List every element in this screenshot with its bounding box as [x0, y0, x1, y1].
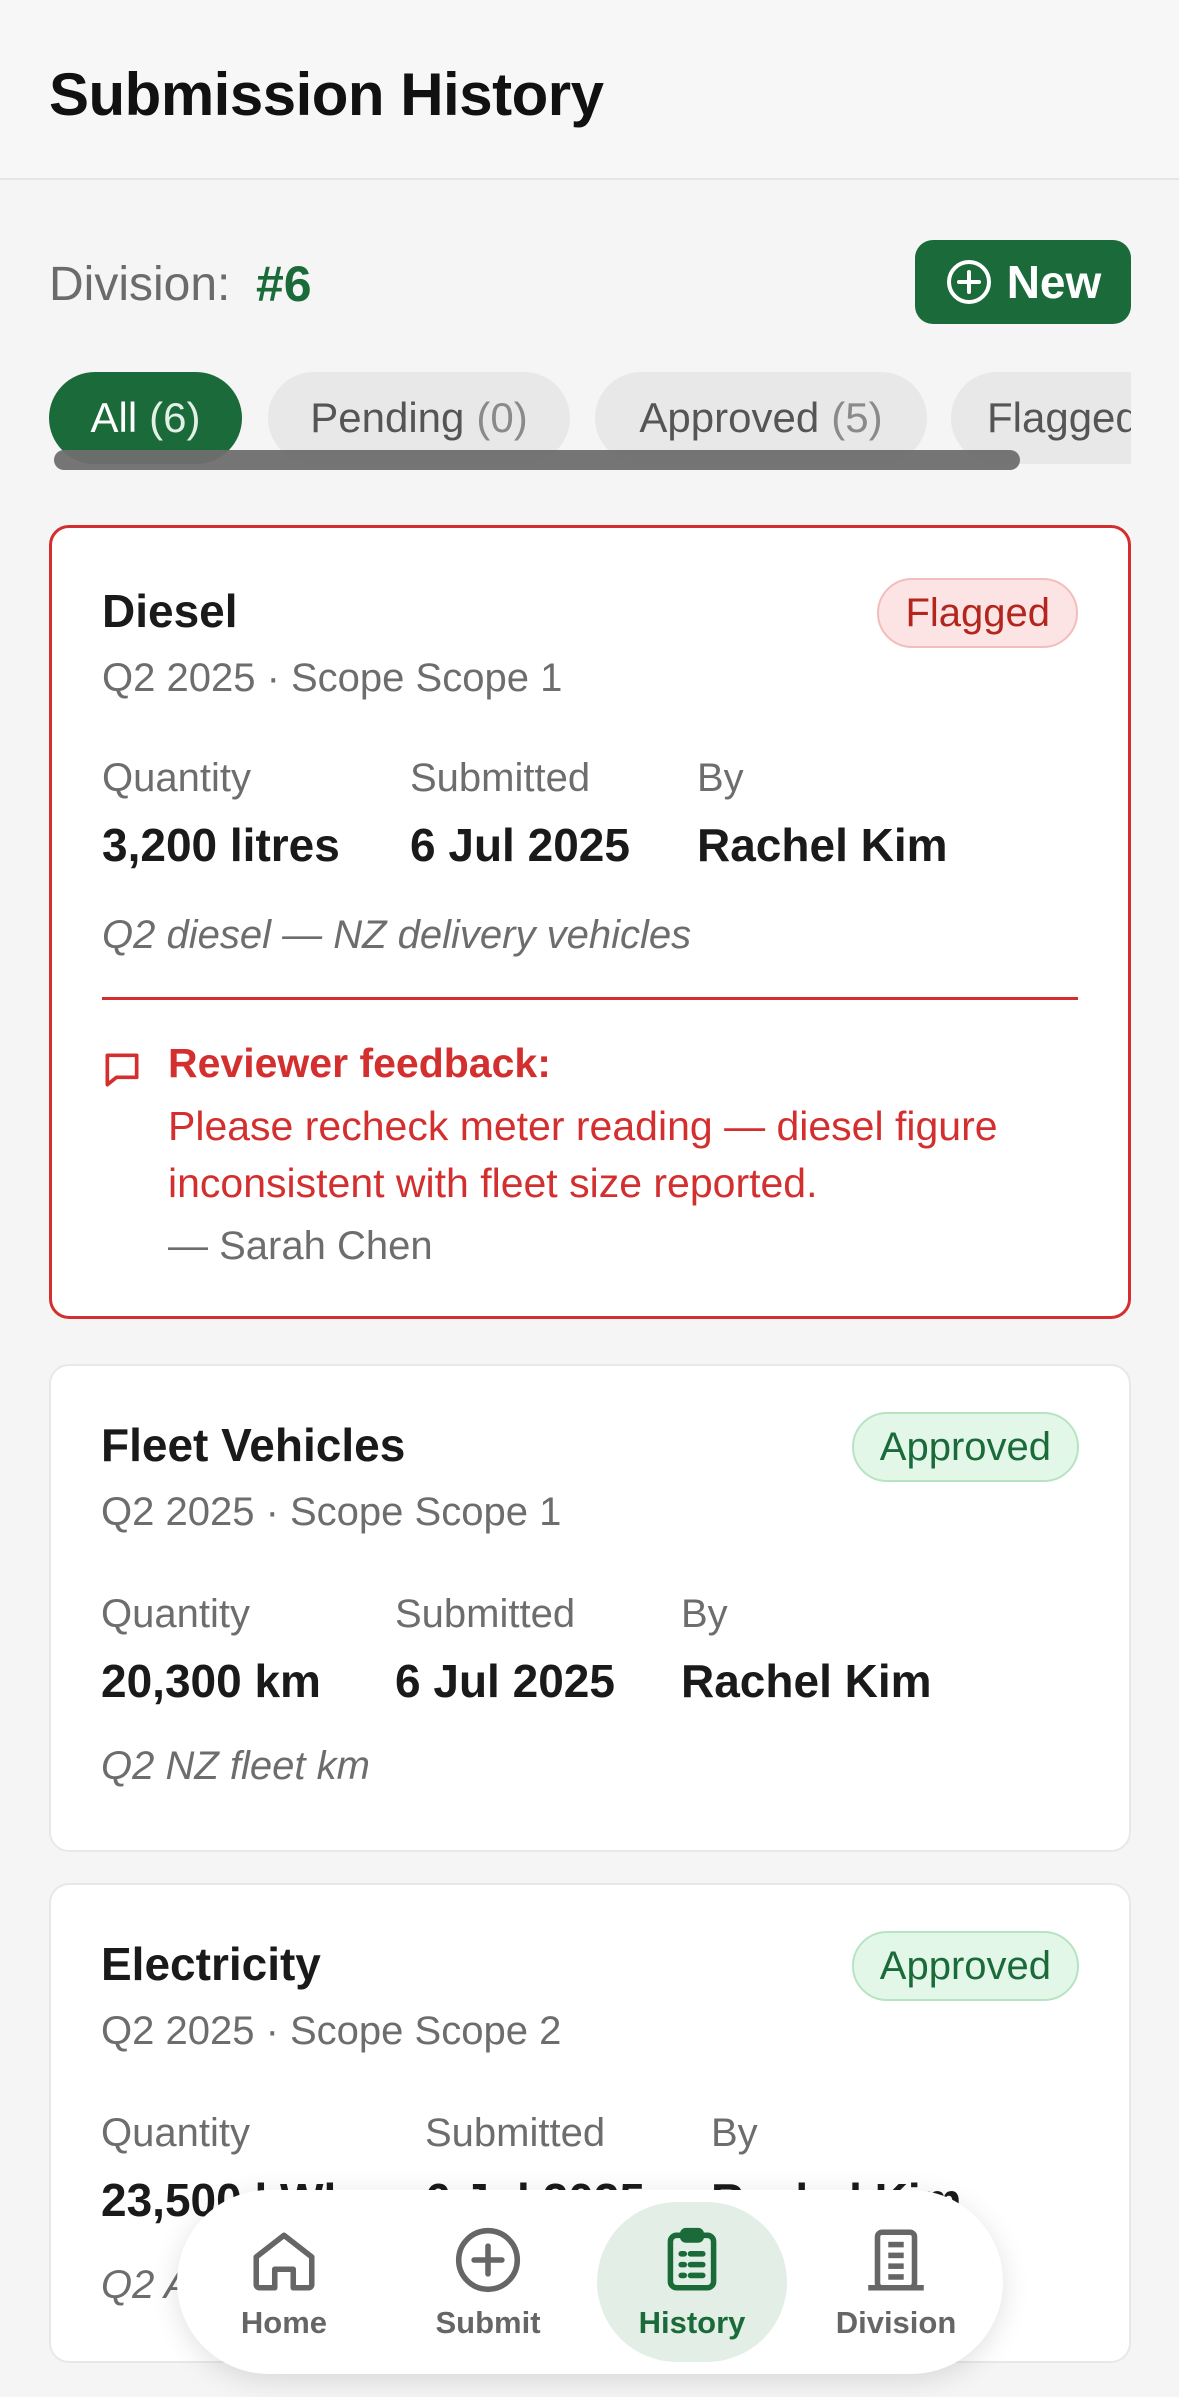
filter-label: Approved [639, 394, 820, 441]
submitted-label: Submitted [410, 756, 591, 800]
submitted-value: 6 Jul 2025 [395, 1655, 615, 1707]
by-label: By [711, 2111, 758, 2155]
submitted-value: 6 Jul 2025 [410, 819, 630, 871]
nav-history[interactable]: History [597, 2202, 787, 2362]
quantity-label: Quantity [101, 1592, 250, 1636]
quantity-label: Quantity [101, 2111, 250, 2155]
division-row: Division: #6 New [49, 240, 1131, 326]
division-label: Division: [49, 258, 231, 311]
page-title: Submission History [49, 61, 604, 128]
division-value: #6 [256, 256, 312, 312]
submission-note: Q2 NZ fleet km [101, 1744, 370, 1788]
new-submission-button[interactable]: New [915, 240, 1131, 324]
by-value: Rachel Kim [681, 1655, 932, 1707]
submission-title: Electricity [101, 1938, 321, 1990]
nav-submit[interactable]: Submit [393, 2202, 583, 2362]
filter-label: Flagged [987, 394, 1131, 441]
filter-label: Pending [310, 394, 465, 441]
quantity-label: Quantity [102, 756, 251, 800]
status-badge: Approved [851, 1412, 1079, 1482]
submission-note: Q2 diesel — NZ delivery vehicles [102, 913, 692, 957]
submission-card[interactable]: Diesel Flagged Q2 2025 · Scope Scope 1 Q… [49, 525, 1131, 1319]
submission-card[interactable]: Fleet Vehicles Approved Q2 2025 · Scope … [49, 1364, 1131, 1852]
status-badge: Flagged [877, 578, 1078, 648]
feedback-divider [102, 997, 1078, 1000]
nav-label: Submit [435, 2305, 541, 2340]
quantity-value: 20,300 km [101, 1655, 321, 1707]
clipboard-icon [667, 2227, 717, 2291]
feedback-title: Reviewer feedback: [168, 1040, 551, 1086]
plus-circle-icon [455, 2227, 521, 2293]
quantity-value: 3,200 litres [102, 819, 340, 871]
submitted-label: Submitted [425, 2111, 606, 2155]
submission-title: Fleet Vehicles [101, 1419, 406, 1471]
nav-division[interactable]: Division [801, 2202, 991, 2362]
nav-home[interactable]: Home [189, 2202, 379, 2362]
home-icon [253, 2232, 315, 2291]
filter-count: (5) [831, 394, 883, 441]
submitted-label: Submitted [395, 1592, 576, 1636]
by-label: By [697, 756, 744, 800]
status-badge: Approved [851, 1931, 1079, 2001]
filter-count: (6) [149, 394, 201, 441]
by-label: By [681, 1592, 728, 1636]
horizontal-scrollbar[interactable] [54, 450, 1020, 470]
nav-label: History [638, 2305, 746, 2340]
bottom-nav: Home Submit History Division [177, 2190, 1003, 2374]
submission-subtitle: Q2 2025 · Scope Scope 1 [102, 656, 563, 700]
filter-label: All [90, 394, 138, 441]
new-button-label: New [1006, 256, 1102, 308]
plus-circle-icon [946, 260, 991, 304]
nav-label: Home [240, 2305, 328, 2340]
feedback-text: Please recheck meter reading — diesel fi… [168, 1103, 998, 1206]
filter-count: (0) [476, 394, 528, 441]
building-icon [868, 2229, 924, 2291]
submission-subtitle: Q2 2025 · Scope Scope 1 [101, 1490, 562, 1534]
submission-subtitle: Q2 2025 · Scope Scope 2 [101, 2009, 562, 2053]
feedback-author: — Sarah Chen [168, 1224, 433, 1268]
top-bar: Submission History [0, 0, 1179, 180]
message-icon [105, 1053, 139, 1087]
nav-label: Division [835, 2305, 957, 2340]
by-value: Rachel Kim [697, 819, 948, 871]
submission-title: Diesel [102, 585, 238, 637]
